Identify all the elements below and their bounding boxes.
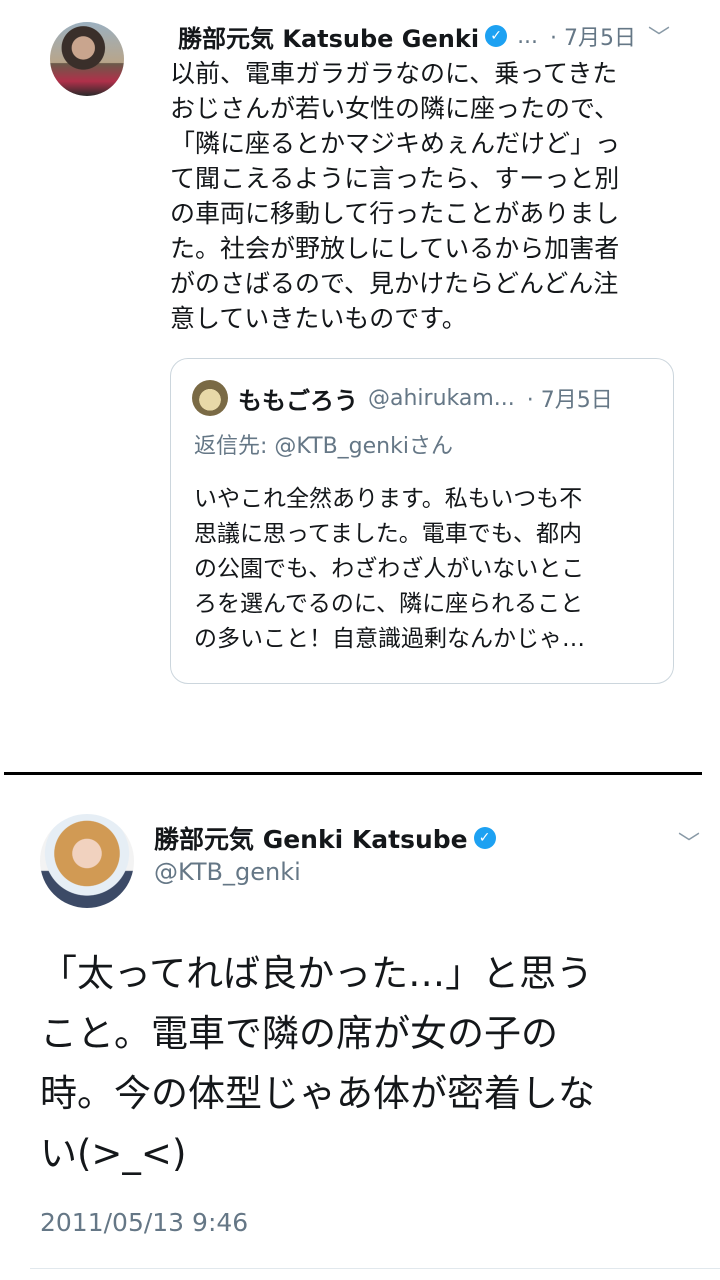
tweet1-body-line: て聞こえるように言ったら、すーっと別: [170, 164, 620, 193]
tweet1-body-line: の車両に移動して行ったことがありまし: [170, 199, 620, 228]
quoted-tweet-body-line: の公園でも、わざわざ人がいないとこ: [194, 556, 585, 582]
tweet1-body-line: 以前、電車ガラガラなのに、乗ってきた: [170, 59, 618, 88]
tweet2-body-line: こと。電車で隣の席が女の子の: [40, 1012, 558, 1055]
tweet1-author-name[interactable]: 勝部元気 Katsube Genki: [178, 19, 479, 54]
quoted-tweet-avatar: [192, 380, 228, 416]
tweet1-body-line: 「隣に座るとかマジキめぇんだけど」っ: [170, 129, 621, 158]
tweet1-body-line: た。社会が野放しにしているから加害者: [170, 234, 620, 263]
verified-check-icon: ✓: [473, 827, 496, 849]
bottom-divider: [30, 1268, 720, 1269]
quoted-tweet-body: いやこれ全然あります。私もいつも不 思議に思ってました。電車でも、都内 の公園で…: [194, 482, 656, 657]
quoted-tweet-author-name: ももごろう: [238, 386, 358, 415]
quoted-tweet-date: · 7月5日: [526, 388, 613, 413]
tweet2-avatar[interactable]: [40, 814, 134, 908]
chevron-down-icon[interactable]: ﹀: [678, 826, 700, 858]
chevron-down-icon[interactable]: ﹀: [648, 20, 670, 52]
tweet2-body: 「太ってれば良かった…」と思う こと。電車で隣の席が女の子の 時。今の体型じゃあ…: [40, 944, 690, 1184]
tweet2-handle[interactable]: @KTB_genki: [154, 858, 301, 886]
quoted-tweet-reply-to: 返信先: @KTB_genkiさん: [194, 434, 453, 459]
tweet2-body-line: 「太ってれば良かった…」と思う: [40, 952, 594, 995]
quoted-tweet-body-line: 思議に思ってました。電車でも、都内: [194, 521, 583, 547]
tweet1-body-line: おじさんが若い女性の隣に座ったので、: [170, 94, 620, 123]
tweet1-body: 以前、電車ガラガラなのに、乗ってきた おじさんが若い女性の隣に座ったので、 「隣…: [170, 56, 690, 336]
tweet1-date[interactable]: · 7月5日: [550, 20, 636, 52]
quoted-tweet-header: ももごろう @ahirukam... · 7月5日: [238, 378, 613, 418]
tweet2-timestamp[interactable]: 2011/05/13 9:46: [40, 1208, 248, 1237]
quoted-tweet-body-line: ろを選んでるのに、隣に座られること: [194, 591, 584, 617]
verified-check-icon: ✓: [485, 25, 508, 47]
tweet1-header: 勝部元気 Katsube Genki ✓ ... · 7月5日: [178, 18, 636, 54]
tweet1-handle-truncated: ...: [517, 23, 539, 49]
tweet1-body-line: 意していきたいものです。: [170, 304, 467, 333]
quoted-tweet-body-line: の多いこと！自意識過剰なんかじゃ…: [194, 626, 585, 652]
tweet2-author-name[interactable]: 勝部元気 Genki Katsube: [154, 820, 468, 856]
tweet1-avatar[interactable]: [50, 22, 124, 96]
tweet2-header: 勝部元気 Genki Katsube ✓: [154, 818, 496, 858]
screenshot-divider: [4, 772, 702, 775]
tweet1-body-line: がのさばるので、見かけたらどんどん注: [170, 269, 619, 298]
quoted-tweet-body-line: いやこれ全然あります。私もいつも不: [194, 486, 583, 512]
tweet2-body-line: 時。今の体型じゃあ体が密着しな: [40, 1072, 595, 1115]
quoted-tweet-handle: @ahirukam...: [368, 385, 515, 411]
tweet2-body-line: い(>_<): [40, 1132, 187, 1175]
